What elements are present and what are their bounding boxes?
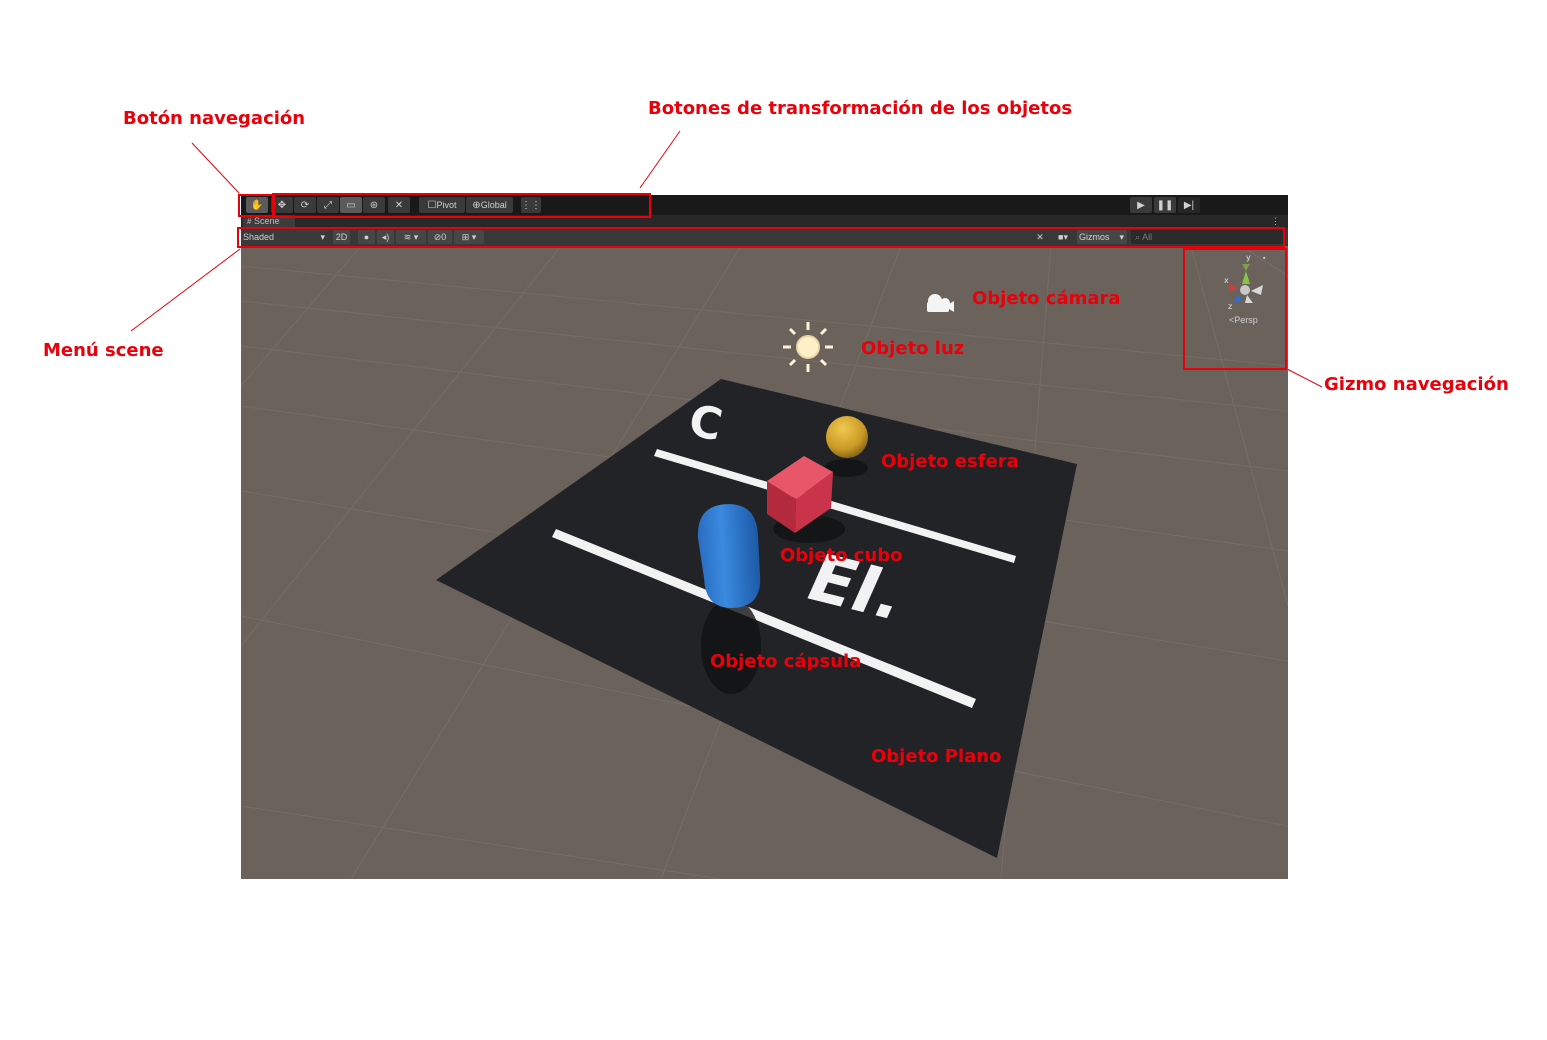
step-icon: ▶|	[1183, 200, 1195, 211]
pause-button[interactable]: ❚❚	[1154, 197, 1176, 213]
annotation-capsule: Objeto cápsula	[710, 651, 862, 672]
highlight-gizmo	[1183, 248, 1287, 370]
highlight-nav-button	[238, 194, 275, 217]
highlight-transform-buttons	[272, 193, 651, 218]
sphere-object[interactable]	[826, 416, 868, 458]
camera-gizmo-icon[interactable]	[927, 294, 954, 312]
play-icon: ▶	[1137, 200, 1145, 211]
step-button[interactable]: ▶|	[1178, 197, 1200, 213]
annotation-gizmo: Gizmo navegación	[1324, 374, 1509, 395]
annotation-cube: Objeto cubo	[780, 545, 903, 566]
scene-tab-icon: #	[247, 217, 252, 226]
annotation-nav-button: Botón navegación	[123, 108, 306, 129]
annotation-scene-menu: Menú scene	[43, 340, 164, 361]
annotation-sphere: Objeto esfera	[881, 451, 1019, 472]
capsule-shadow	[701, 598, 761, 694]
play-button[interactable]: ▶	[1130, 197, 1152, 213]
pause-icon: ❚❚	[1156, 200, 1174, 211]
scene-editor: ✋ ✥ ⟳ ⤢ ▭ ⊛ ✕ ☐Pivot ⊕Global ⋮⋮ ▶ ❚❚ ▶| …	[241, 195, 1288, 879]
scene-viewport[interactable]: C EI. y x z ▪ <Persp	[241, 246, 1288, 879]
light-gizmo-icon[interactable]	[783, 322, 833, 372]
annotation-light: Objeto luz	[861, 338, 965, 359]
highlight-scene-menu	[237, 227, 1285, 248]
annotation-transform-buttons: Botones de transformación de los objetos	[648, 98, 1073, 119]
annotation-camera: Objeto cámara	[972, 288, 1121, 309]
annotation-plane: Objeto Plano	[871, 746, 1002, 767]
